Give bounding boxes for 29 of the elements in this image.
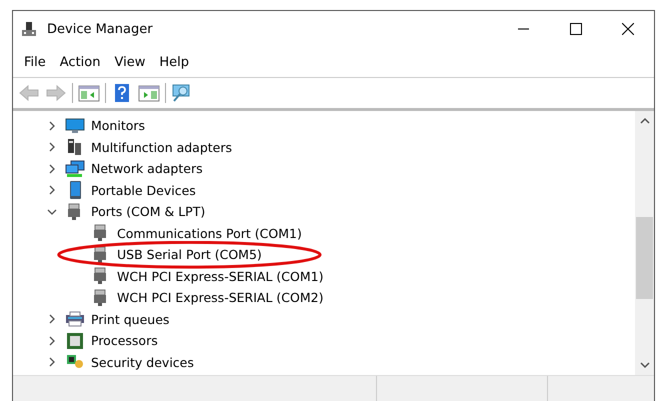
menu-item[interactable]: Action: [52, 54, 108, 70]
menu-item[interactable]: Help: [152, 54, 196, 70]
console-tree-button[interactable]: [78, 83, 100, 103]
window-title: Device Manager: [47, 22, 154, 36]
tree-item-label[interactable]: Security devices: [91, 354, 194, 370]
tree-item-label[interactable]: Processors: [91, 333, 158, 348]
scrollbar-thumb[interactable]: [636, 217, 653, 299]
tree-item-label[interactable]: Network adapters: [91, 161, 203, 176]
network-icon: [65, 160, 85, 178]
tree-item-label[interactable]: WCH PCI Express-SERIAL (COM1): [117, 268, 324, 284]
tree-item-label[interactable]: Portable Devices: [91, 182, 196, 198]
tree-item-label[interactable]: Multifunction adapters: [91, 140, 232, 155]
printer-icon: [65, 310, 85, 328]
tree-item-label[interactable]: Ports (COM & LPT): [91, 204, 206, 220]
vertical-scrollbar[interactable]: [635, 111, 654, 375]
monitor-icon: [65, 116, 85, 135]
menu-item[interactable]: File: [17, 54, 53, 70]
computer-tower-icon: [21, 21, 37, 37]
menu-item[interactable]: View: [107, 54, 152, 70]
maximize-icon: [570, 23, 582, 35]
tree-item-label[interactable]: WCH PCI Express-SERIAL (COM2): [117, 290, 324, 306]
close-icon: [622, 23, 634, 35]
tree-item-label[interactable]: Communications Port (COM1): [117, 226, 302, 241]
scroll-up-icon[interactable]: [640, 117, 650, 125]
processor-icon: [65, 332, 85, 350]
tree-item-label[interactable]: Print queues: [91, 312, 170, 327]
scroll-down-icon[interactable]: [640, 361, 650, 369]
tree-item-label[interactable]: Monitors: [91, 118, 146, 134]
action-pane-button[interactable]: [138, 83, 160, 103]
